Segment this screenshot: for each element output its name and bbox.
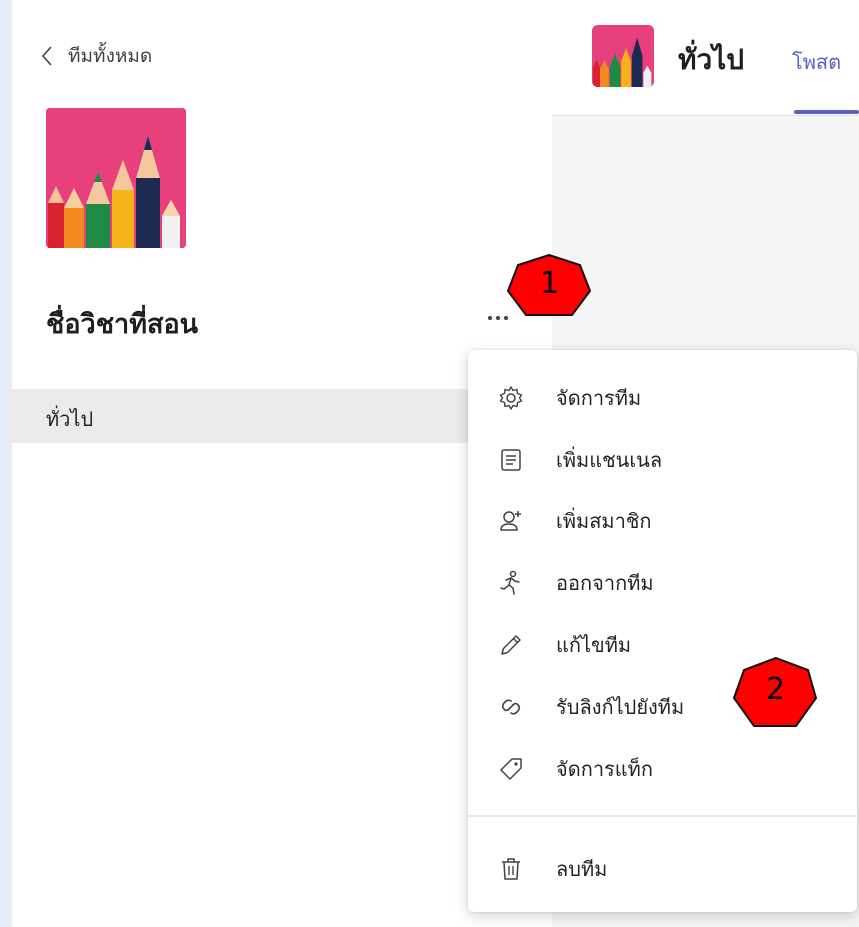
menu-item-label: รับลิงก์ไปยังทีม <box>556 695 685 719</box>
pencils-image <box>592 25 654 87</box>
tag-icon <box>500 758 522 780</box>
channel-list-icon <box>501 449 521 471</box>
chevron-left-icon <box>41 46 52 66</box>
menu-item-manage-team[interactable]: จัดการทีม <box>468 368 857 428</box>
menu-item-label: เพิ่มแชนเนล <box>556 448 663 472</box>
leave-run-icon <box>500 570 520 595</box>
back-to-all-teams[interactable]: ทีมทั้งหมด <box>40 38 152 74</box>
menu-item-delete-team[interactable]: ลบทีม <box>468 839 857 899</box>
team-name: ชื่อวิชาที่สอน <box>46 309 199 340</box>
gear-icon <box>499 386 523 410</box>
menu-item-manage-tags[interactable]: จัดการแท็ก <box>468 739 857 799</box>
callout-marker-2: 2 <box>732 656 818 730</box>
menu-item-label: ออกจากทีม <box>556 571 654 595</box>
menu-item-label: ลบทีม <box>556 857 608 881</box>
pencils-image <box>46 108 186 248</box>
menu-divider <box>468 815 857 817</box>
channel-label: ทั่วไป <box>46 407 94 431</box>
channel-title: ทั่วไป <box>678 43 745 76</box>
ellipsis-dot <box>488 316 492 320</box>
channel-header: ทั่วไป โพสต <box>552 0 859 116</box>
trash-icon <box>502 858 520 880</box>
callout-marker-1: 1 <box>506 253 592 323</box>
callout-number: 2 <box>766 672 786 707</box>
back-label: ทีมทั้งหมด <box>68 45 153 67</box>
pencil-icon <box>501 635 521 655</box>
menu-item-label: จัดการทีม <box>556 386 642 410</box>
menu-item-label: แก้ไขทีม <box>556 633 632 657</box>
team-avatar <box>46 108 186 248</box>
active-tab-indicator <box>794 110 859 114</box>
menu-item-add-channel[interactable]: เพิ่มแชนเนล <box>468 430 857 490</box>
team-options-menu: จัดการทีม เพิ่มแชนเนล เพิ่มสมาชิก ออกจาก… <box>468 350 857 912</box>
ellipsis-dot <box>496 316 500 320</box>
menu-item-label: จัดการแท็ก <box>556 757 653 781</box>
link-icon <box>501 699 521 715</box>
menu-item-label: เพิ่มสมาชิก <box>556 509 652 533</box>
callout-number: 1 <box>540 266 560 301</box>
menu-item-add-member[interactable]: เพิ่มสมาชิก <box>468 491 857 551</box>
tab-posts[interactable]: โพสต <box>792 46 841 78</box>
channel-team-thumbnail <box>592 25 654 87</box>
add-person-icon <box>500 511 521 531</box>
menu-item-leave-team[interactable]: ออกจากทีม <box>468 553 857 613</box>
